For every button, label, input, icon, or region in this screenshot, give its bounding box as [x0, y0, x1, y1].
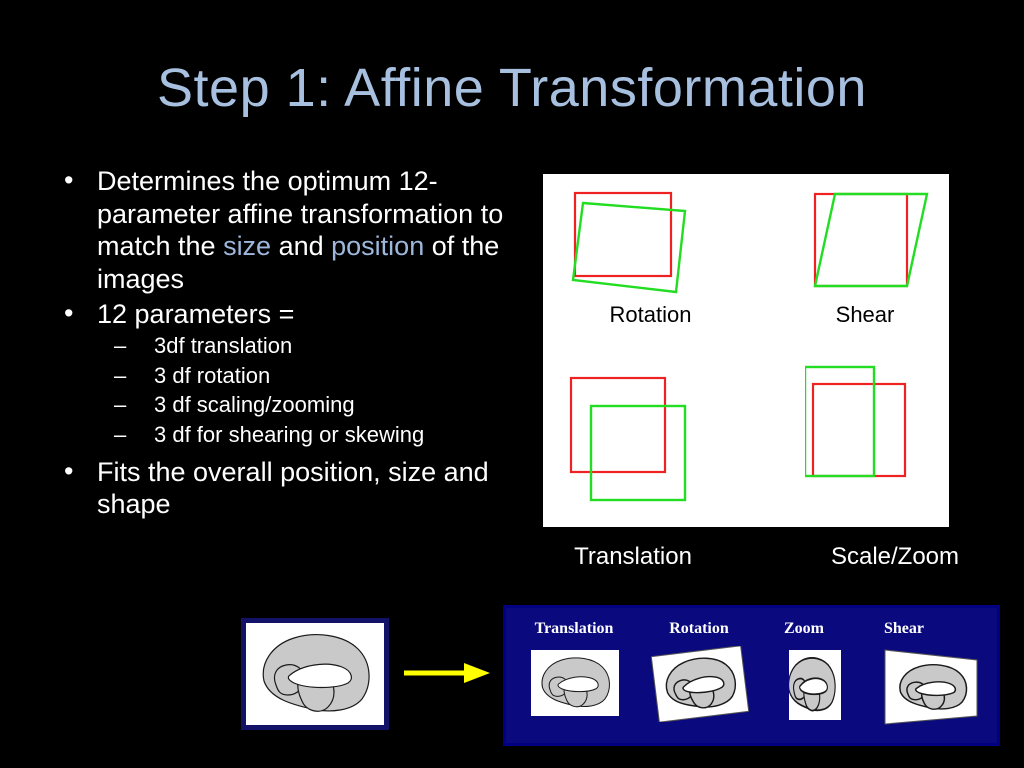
sub-bullet-text-2: 3 df rotation: [154, 362, 271, 388]
strip-label-rotation: Rotation: [669, 620, 729, 637]
source-brain-thumbnail: [241, 618, 389, 730]
bullet-text-1-seg-2: size: [223, 231, 272, 262]
bullet-item-1: • Determines the optimum 12-parameter af…: [52, 165, 522, 296]
translation-shapes-icon: [569, 376, 687, 502]
sub-bullet-text-3: 3 df scaling/zooming: [154, 392, 355, 418]
sub-bullet-marker-2: –: [114, 362, 127, 388]
arrow-right-icon: [404, 663, 490, 683]
strip-label-shear: Shear: [884, 620, 924, 637]
bullet-text-1-seg-4: position: [331, 231, 425, 262]
page-title: Step 1: Affine Transformation: [157, 58, 867, 118]
slide-canvas: Step 1: Affine Transformation • Determin…: [0, 0, 1024, 768]
rotation-diagram: [563, 188, 738, 298]
sub-bullet-marker-3: –: [114, 392, 127, 418]
sub-bullet-list: – 3df translation – 3 df rotation – 3 df…: [52, 332, 522, 449]
bullet-text-1-seg-3: and: [271, 231, 332, 262]
brain-transform-strip: Translation Rotation Zoom Shear: [503, 605, 1000, 746]
sub-bullet-marker-4: –: [114, 422, 127, 448]
bullet-item-3: • Fits the overall position, size and sh…: [52, 456, 522, 521]
transform-arrow: [404, 660, 492, 686]
brain-tile-zoom: [789, 650, 841, 720]
shear-caption: Shear: [835, 302, 895, 327]
strip-label-zoom: Zoom: [784, 620, 824, 637]
rotation-caption: Rotation: [609, 302, 692, 327]
sub-bullet-marker-1: –: [114, 333, 127, 359]
brain-sagittal-zoom-icon: [789, 657, 836, 712]
sub-bullet-item-3: – 3 df scaling/zooming: [52, 391, 522, 420]
sub-bullet-item-4: – 3 df for shearing or skewing: [52, 421, 522, 450]
bullet-text-2: 12 parameters =: [97, 298, 295, 329]
brain-sagittal-shear-icon: [884, 649, 978, 725]
brain-tile-shear: [881, 646, 981, 728]
sub-bullet-text-4: 3 df for shearing or skewing: [154, 422, 425, 448]
bullet-list: • Determines the optimum 12-parameter af…: [52, 165, 522, 523]
brain-sagittal-icon: [262, 634, 370, 712]
sub-bullet-text-1: 3df translation: [154, 333, 293, 359]
shear-diagram: [805, 188, 945, 298]
shear-shapes-icon: [813, 192, 929, 288]
sub-bullet-item-2: – 3 df rotation: [52, 362, 522, 391]
sub-bullet-item-1: – 3df translation: [52, 332, 522, 361]
bullet-text-3: Fits the overall position, size and shap…: [97, 456, 489, 520]
affine-diagram-panel: Rotation Shear: [543, 174, 949, 527]
brain-sagittal-rotation-icon: [651, 646, 749, 722]
brain-tile-translation: [531, 650, 619, 716]
strip-label-translation: Translation: [534, 620, 614, 637]
bullet-marker-2: •: [64, 297, 74, 328]
brain-tile-rotation: [651, 646, 749, 722]
bullet-marker-1: •: [64, 165, 74, 195]
scale-zoom-diagram: [805, 362, 945, 492]
scale-zoom-caption: Scale/Zoom: [830, 543, 960, 570]
bullet-marker-3: •: [64, 455, 74, 486]
rotation-shapes-icon: [571, 191, 687, 294]
scale-zoom-shapes-icon: [805, 365, 907, 478]
brain-sagittal-translation-icon: [541, 657, 610, 708]
translation-diagram: [563, 372, 708, 517]
bullet-item-2: • 12 parameters =: [52, 298, 522, 331]
translation-caption: Translation: [574, 543, 692, 570]
